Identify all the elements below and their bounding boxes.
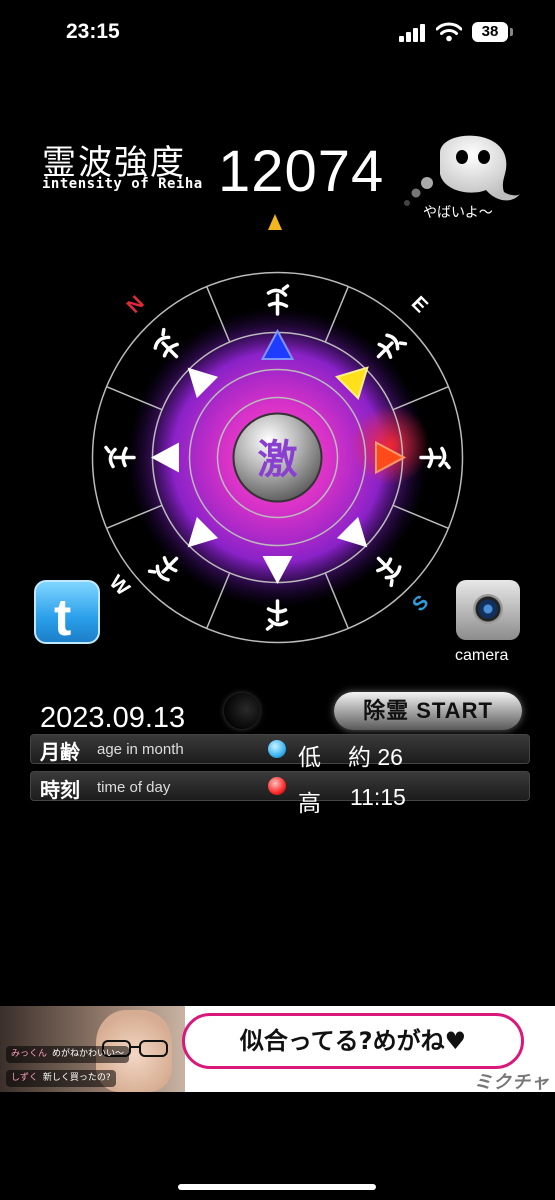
ad-comment-2: しずく 新しく買ったの? xyxy=(6,1070,116,1087)
ad-comment-2-text: 新しく買ったの? xyxy=(42,1073,111,1083)
time-value: 11:15 xyxy=(350,784,406,810)
camera-button[interactable] xyxy=(456,580,520,640)
ad-comment-2-name: しずく xyxy=(11,1073,38,1083)
compass-w: W xyxy=(105,571,134,600)
camera-icon xyxy=(473,594,503,624)
battery-tip xyxy=(510,28,513,36)
camera-label: camera xyxy=(455,647,509,664)
ad-brand-logo: ミクチャ xyxy=(474,1072,550,1092)
age-in-month-sub: age in month xyxy=(97,741,184,758)
time-of-day-sub: time of day xyxy=(97,779,171,796)
compass-e: E xyxy=(407,292,432,317)
ad-speech-bubble: 似合ってる?めがね♥ xyxy=(182,1013,524,1069)
low-indicator-dot xyxy=(268,740,286,758)
date-display: 2023.09.13 xyxy=(40,702,186,734)
north-marker-icon xyxy=(268,214,282,230)
status-time: 23:15 xyxy=(66,20,120,43)
ad-comment-1: みっくん めがねかわいい〜 xyxy=(6,1046,130,1063)
ad-comment-1-name: みっくん xyxy=(11,1049,48,1059)
intensity-reading: 12074 xyxy=(218,139,385,204)
ghost-message: やばいよ〜 xyxy=(423,205,493,221)
time-of-day-label: 時刻 xyxy=(40,778,80,802)
ad-comment-1-text: めがねかわいい〜 xyxy=(52,1049,125,1059)
compass-n: N xyxy=(123,292,149,318)
time-level: 高 xyxy=(298,790,321,816)
ad-banner[interactable]: みっくん めがねかわいい〜 しずく 新しく買ったの? 似合ってる?めがね♥ ミクチャ xyxy=(0,1006,555,1092)
compass-s: S xyxy=(408,591,433,616)
home-indicator[interactable] xyxy=(178,1184,376,1190)
age-level: 低 xyxy=(298,744,321,770)
cellular-signal-icon xyxy=(399,24,427,42)
title-en: intensity of Reiha xyxy=(42,176,203,192)
age-value: 約 26 xyxy=(348,744,403,770)
twitter-icon: t xyxy=(54,589,72,647)
wifi-icon xyxy=(436,22,462,42)
center-glyph: 激 xyxy=(258,437,298,483)
red-glow xyxy=(350,405,430,485)
exorcise-start-button[interactable]: 除霊 START xyxy=(334,692,522,730)
age-in-month-label: 月齢 xyxy=(40,740,80,764)
spirit-wheel[interactable]: 激 N E S W xyxy=(90,270,465,645)
moon-phase-icon xyxy=(224,693,260,729)
battery-icon: 38 xyxy=(472,22,508,42)
high-indicator-dot xyxy=(268,777,286,795)
twitter-button[interactable]: t xyxy=(34,580,100,647)
